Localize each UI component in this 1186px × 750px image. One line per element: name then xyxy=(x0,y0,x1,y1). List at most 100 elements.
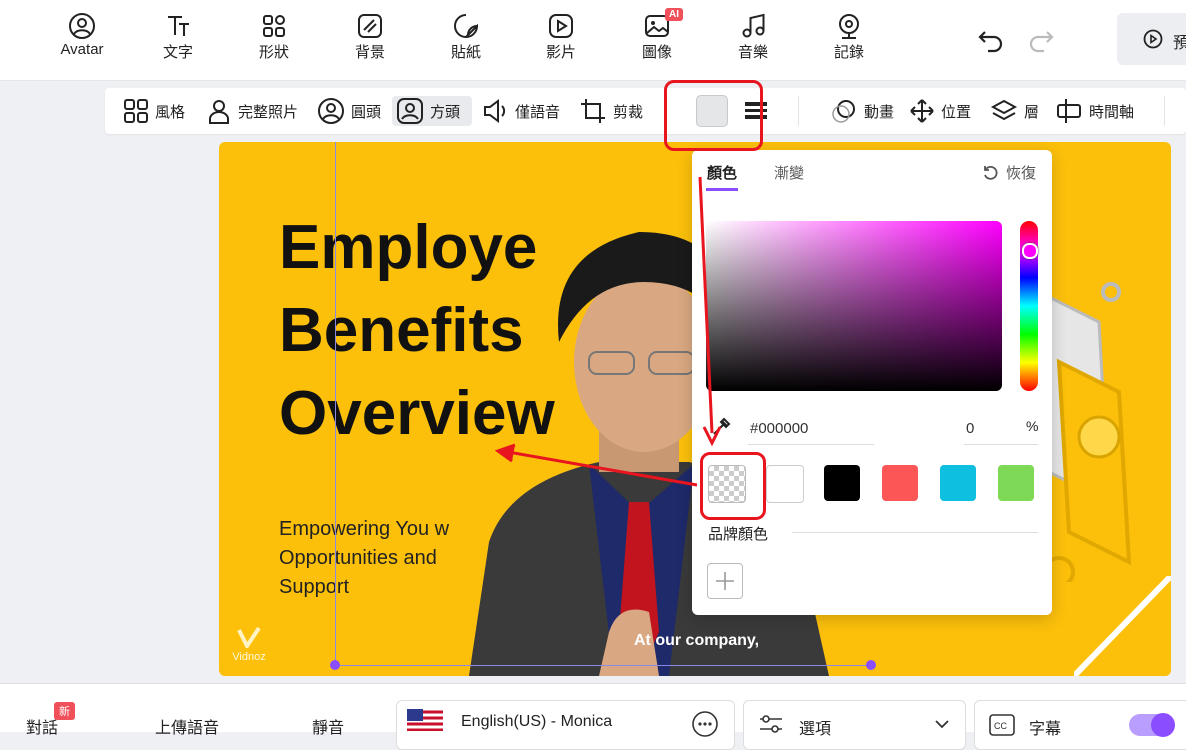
position-button[interactable]: 位置 xyxy=(909,96,971,126)
move-icon xyxy=(910,99,934,123)
animation-button[interactable]: 動畫 xyxy=(830,96,894,126)
resize-handle[interactable] xyxy=(330,660,340,670)
square-head-label: 方頭 xyxy=(430,103,461,121)
style-label: 風格 xyxy=(155,103,186,121)
tool-background[interactable]: 背景 xyxy=(335,12,405,62)
tool-label: 貼紙 xyxy=(450,44,481,61)
video-icon xyxy=(549,14,573,38)
tab-mute[interactable]: 靜音 xyxy=(312,714,344,738)
round-head-label: 圓頭 xyxy=(351,103,382,121)
music-icon xyxy=(742,13,765,38)
style-button[interactable]: 風格 xyxy=(123,96,185,126)
tool-image[interactable]: AI 圖像 xyxy=(622,8,692,62)
background-icon xyxy=(358,14,382,38)
tool-label: 圖像 xyxy=(641,44,672,61)
redo-icon[interactable] xyxy=(1024,24,1056,56)
undo-icon[interactable] xyxy=(976,24,1008,56)
user-square-icon xyxy=(397,98,423,124)
subtitles-label: 字幕 xyxy=(1029,721,1062,738)
person-icon xyxy=(209,100,229,124)
new-badge: 新 xyxy=(54,702,75,720)
hex-color-input[interactable] xyxy=(748,412,874,445)
tool-avatar[interactable]: Avatar xyxy=(47,12,117,58)
avatar-toolbar: 風格 完整照片 圓頭 方頭 僅語音 剪裁 動畫 位置 層 時間軸 xyxy=(105,88,1186,134)
position-label: 位置 xyxy=(941,103,972,121)
subtitles-toggle[interactable] xyxy=(1129,713,1175,737)
crop-label: 剪裁 xyxy=(613,103,644,121)
corner-decoration xyxy=(1074,576,1171,676)
timeline-button[interactable]: 時間軸 xyxy=(1055,96,1134,126)
reset-button[interactable]: 恢復 xyxy=(982,162,1036,183)
swatch-green[interactable] xyxy=(998,465,1034,501)
reset-label: 恢復 xyxy=(1006,165,1037,182)
divider xyxy=(792,532,1038,533)
opacity-unit: % xyxy=(1026,418,1039,434)
tool-label: 影片 xyxy=(545,44,576,61)
crop-button[interactable]: 剪裁 xyxy=(579,96,643,126)
ai-badge: AI xyxy=(665,8,683,21)
tool-label: 音樂 xyxy=(737,44,768,61)
saturation-brightness-picker[interactable] xyxy=(706,221,1002,391)
add-brand-color-button[interactable] xyxy=(707,563,743,599)
tool-record[interactable]: 記錄 xyxy=(814,12,884,62)
top-toolbar: Avatar 文字 形狀 背景 貼紙 影片 AI 圖像 音樂 記錄 預 xyxy=(0,0,1186,81)
closed-caption-icon: CC xyxy=(989,714,1015,736)
sticker-icon xyxy=(454,14,479,38)
tool-label: Avatar xyxy=(60,41,104,58)
more-options-icon[interactable] xyxy=(691,710,719,738)
layer-label: 層 xyxy=(1024,103,1040,121)
brand-colors-label: 品牌顏色 xyxy=(708,526,769,543)
toolbar-divider xyxy=(1164,96,1165,126)
tool-label: 形狀 xyxy=(258,44,289,61)
tool-video[interactable]: 影片 xyxy=(526,12,596,62)
slide-subtitle[interactable]: Empowering You w Opportunities and Suppo… xyxy=(279,515,449,602)
full-photo-button[interactable]: 完整照片 xyxy=(206,96,298,126)
round-head-button[interactable]: 圓頭 xyxy=(317,96,381,126)
tab-gradient[interactable]: 漸變 xyxy=(774,162,804,183)
avatar-icon xyxy=(69,13,95,39)
tool-sticker[interactable]: 貼紙 xyxy=(431,12,501,62)
swatch-black[interactable] xyxy=(824,465,860,501)
tool-label: 背景 xyxy=(354,44,385,61)
tool-label: 文字 xyxy=(162,44,193,61)
shapes-icon xyxy=(263,15,285,37)
square-head-button[interactable]: 方頭 xyxy=(392,96,472,126)
voice-name: English(US) - Monica xyxy=(461,713,613,730)
tool-music[interactable]: 音樂 xyxy=(718,12,788,62)
tool-label: 記錄 xyxy=(833,44,864,61)
options-dropdown[interactable]: 選項 xyxy=(743,700,966,750)
play-circle-icon xyxy=(1143,29,1163,49)
bottom-bar: 對話 新 上傳語音 靜音 English(US) - Monica 選項 CC … xyxy=(0,683,1186,750)
tab-upload-audio[interactable]: 上傳語音 xyxy=(155,714,219,738)
full-photo-label: 完整照片 xyxy=(238,103,299,121)
webcam-icon xyxy=(839,14,859,39)
reset-icon xyxy=(984,165,998,180)
plus-icon xyxy=(716,572,734,590)
swatch-white[interactable] xyxy=(766,465,804,503)
selection-frame-line xyxy=(335,665,871,666)
text-icon xyxy=(168,16,189,36)
animation-label: 動畫 xyxy=(864,103,895,121)
resize-handle[interactable] xyxy=(866,660,876,670)
animation-icon xyxy=(832,100,855,123)
swatch-cyan[interactable] xyxy=(940,465,976,501)
tool-shape[interactable]: 形狀 xyxy=(239,12,309,62)
voice-selector[interactable]: English(US) - Monica xyxy=(396,700,735,750)
toolbar-divider xyxy=(798,96,799,126)
timeline-icon xyxy=(1057,99,1081,123)
hue-slider-handle[interactable] xyxy=(1022,243,1038,259)
chevron-down-icon xyxy=(935,720,949,729)
layers-icon xyxy=(990,99,1018,121)
brand-label: Vidnoz xyxy=(232,651,266,663)
us-flag-icon xyxy=(407,709,443,731)
preview-button[interactable]: 預 xyxy=(1117,13,1186,65)
color-picker-popup: 顏色 漸變 恢復 % 品牌顏色 xyxy=(692,150,1052,615)
tool-text[interactable]: 文字 xyxy=(143,12,213,62)
user-circle-icon xyxy=(318,98,344,124)
voice-only-button[interactable]: 僅語音 xyxy=(481,96,560,126)
swatch-red[interactable] xyxy=(882,465,918,501)
vidnoz-logo: Vidnoz xyxy=(229,626,269,663)
subtitles-toggle-box[interactable]: CC 字幕 xyxy=(974,700,1186,750)
timeline-label: 時間軸 xyxy=(1089,103,1135,121)
layer-button[interactable]: 層 xyxy=(990,96,1039,126)
